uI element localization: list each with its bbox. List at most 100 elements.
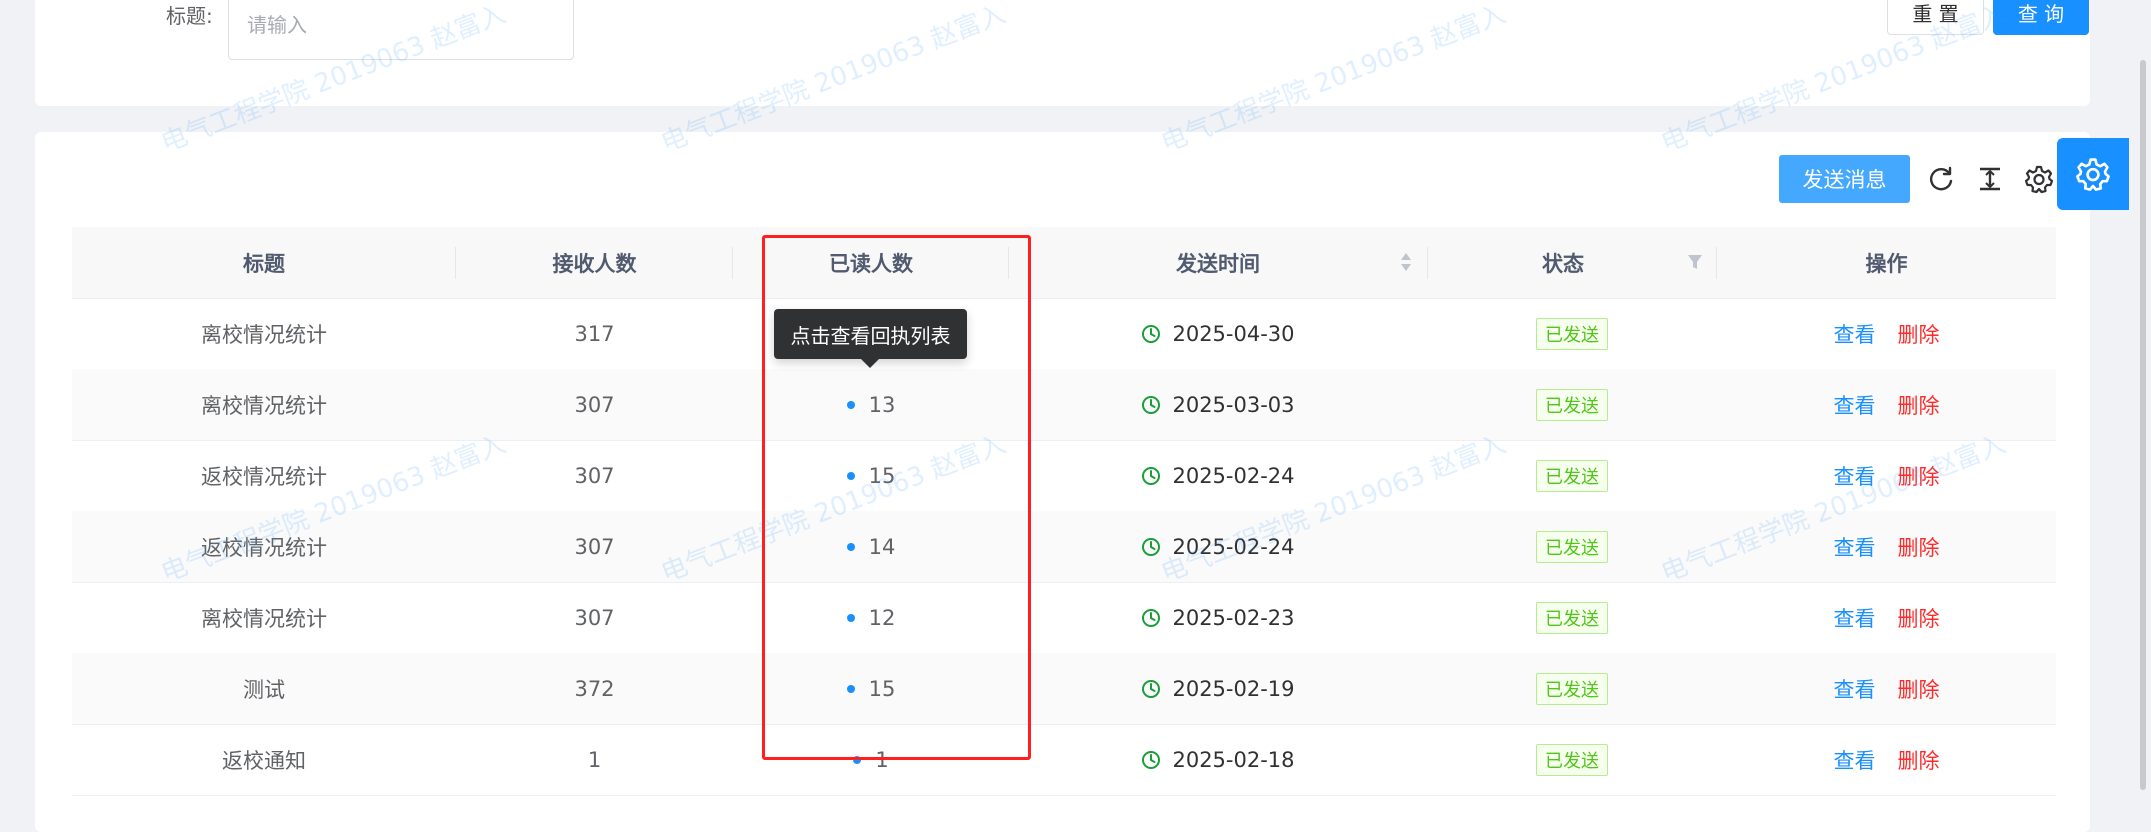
- cell-read-count[interactable]: 1: [733, 724, 1009, 795]
- status-badge: 已发送: [1536, 388, 1608, 421]
- column-height-icon[interactable]: [1975, 164, 2005, 194]
- cell-actions: 查看 删除: [1717, 582, 2056, 653]
- cell-actions: 查看 删除: [1717, 511, 2056, 582]
- settings-drawer-button[interactable]: [2057, 138, 2129, 210]
- clock-icon: [1142, 466, 1161, 485]
- title-filter-label: 标题:: [166, 4, 213, 28]
- read-count: 12: [868, 605, 896, 630]
- column-header-send-time[interactable]: 发送时间: [1009, 227, 1427, 298]
- table-row: 离校情况统计 307 13 2025-03-03 已发送 查看 删除: [72, 369, 2056, 441]
- cell-status: 已发送: [1428, 724, 1716, 795]
- query-button[interactable]: 查 询: [1993, 0, 2089, 35]
- delete-button[interactable]: 删除: [1898, 319, 1940, 349]
- cell-title: 测试: [243, 677, 285, 702]
- gear-icon: [2076, 158, 2110, 191]
- send-time-value: 2025-02-18: [1172, 747, 1295, 772]
- cell-recipients: 307: [574, 463, 615, 488]
- receipt-list-tooltip: 点击查看回执列表: [774, 309, 967, 359]
- send-time-value: 2025-02-19: [1172, 676, 1295, 701]
- cell-actions: 查看 删除: [1717, 298, 2056, 369]
- read-indicator-dot: [846, 684, 855, 693]
- send-time-value: 2025-04-30: [1172, 321, 1295, 346]
- cell-recipients: 317: [574, 321, 615, 346]
- refresh-icon[interactable]: [1926, 164, 1956, 194]
- tooltip-arrow: [860, 358, 880, 368]
- search-panel: 标题: 重 置 查 询: [35, 0, 2090, 106]
- cell-actions: 查看 删除: [1717, 369, 2056, 440]
- send-message-button[interactable]: 发送消息: [1779, 155, 1910, 203]
- cell-status: 已发送: [1428, 653, 1716, 724]
- filter-icon[interactable]: [1687, 253, 1703, 271]
- delete-button[interactable]: 删除: [1898, 745, 1940, 775]
- view-button[interactable]: 查看: [1834, 745, 1876, 775]
- send-time-value: 2025-02-23: [1172, 605, 1295, 630]
- view-button[interactable]: 查看: [1834, 674, 1876, 704]
- cell-recipients: 307: [574, 605, 615, 630]
- table-row: 离校情况统计 307 12 2025-02-23 已发送 查看 删除: [72, 582, 2056, 654]
- cell-recipients: 307: [574, 534, 615, 559]
- cell-read-count[interactable]: 15: [733, 653, 1009, 724]
- cell-send-time: 2025-02-24: [1009, 511, 1427, 582]
- read-count: 15: [868, 676, 896, 701]
- table-row: 测试 372 15 2025-02-19 已发送 查看 删除: [72, 653, 2056, 725]
- status-badge: 已发送: [1536, 317, 1608, 350]
- cell-title: 返校情况统计: [201, 535, 327, 560]
- read-indicator-dot: [853, 755, 862, 764]
- cell-status: 已发送: [1428, 511, 1716, 582]
- cell-read-count[interactable]: 12: [733, 582, 1009, 653]
- sort-icon[interactable]: [1399, 251, 1413, 273]
- read-indicator-dot: [846, 400, 855, 409]
- cell-send-time: 2025-04-30: [1009, 298, 1427, 369]
- clock-icon: [1142, 537, 1161, 556]
- column-header-actions: 操作: [1865, 251, 1908, 276]
- reset-button[interactable]: 重 置: [1887, 0, 1984, 35]
- column-header-read: 已读人数: [829, 251, 913, 276]
- cell-read-count[interactable]: 14: [733, 511, 1009, 582]
- delete-button[interactable]: 删除: [1898, 390, 1940, 420]
- cell-actions: 查看 删除: [1717, 724, 2056, 795]
- read-count: 1: [875, 747, 889, 772]
- column-header-title: 标题: [243, 251, 285, 276]
- view-button[interactable]: 查看: [1834, 603, 1876, 633]
- view-button[interactable]: 查看: [1834, 532, 1876, 562]
- delete-button[interactable]: 删除: [1898, 674, 1940, 704]
- cell-actions: 查看 删除: [1717, 653, 2056, 724]
- cell-read-count[interactable]: 13: [733, 369, 1009, 440]
- clock-icon: [1142, 679, 1161, 698]
- cell-actions: 查看 删除: [1717, 440, 2056, 511]
- table-header: 标题 接收人数 已读人数 发送时间 状态 操作: [72, 227, 2056, 299]
- column-header-status: 状态: [1542, 251, 1584, 276]
- view-button[interactable]: 查看: [1834, 390, 1876, 420]
- status-badge: 已发送: [1536, 672, 1608, 705]
- send-time-value: 2025-03-03: [1172, 392, 1295, 417]
- clock-icon: [1142, 395, 1161, 414]
- cell-recipients: 307: [574, 392, 615, 417]
- cell-send-time: 2025-03-03: [1009, 369, 1427, 440]
- clock-icon: [1142, 750, 1161, 769]
- cell-read-count[interactable]: 15: [733, 440, 1009, 511]
- send-time-value: 2025-02-24: [1172, 534, 1295, 559]
- delete-button[interactable]: 删除: [1898, 532, 1940, 562]
- status-badge: 已发送: [1536, 530, 1608, 563]
- view-button[interactable]: 查看: [1834, 319, 1876, 349]
- cell-title: 离校情况统计: [201, 393, 327, 418]
- column-header-send-time-label: 发送时间: [1176, 251, 1260, 276]
- status-badge: 已发送: [1536, 743, 1608, 776]
- send-time-value: 2025-02-24: [1172, 463, 1295, 488]
- view-button[interactable]: 查看: [1834, 461, 1876, 491]
- cell-send-time: 2025-02-23: [1009, 582, 1427, 653]
- gear-icon[interactable]: [2024, 164, 2054, 194]
- cell-title: 返校情况统计: [201, 464, 327, 489]
- cell-status: 已发送: [1428, 582, 1716, 653]
- scrollbar-thumb[interactable]: [2140, 60, 2146, 790]
- title-search-input[interactable]: [228, 0, 574, 60]
- cell-send-time: 2025-02-18: [1009, 724, 1427, 795]
- delete-button[interactable]: 删除: [1898, 461, 1940, 491]
- delete-button[interactable]: 删除: [1898, 603, 1940, 633]
- read-count: 14: [868, 534, 896, 559]
- status-badge: 已发送: [1536, 601, 1608, 634]
- cell-title: 离校情况统计: [201, 322, 327, 347]
- read-count: 13: [868, 392, 896, 417]
- table-row: 返校情况统计 307 14 2025-02-24 已发送 查看 删除: [72, 511, 2056, 583]
- table-row: 返校情况统计 307 15 2025-02-24 已发送 查看 删除: [72, 440, 2056, 512]
